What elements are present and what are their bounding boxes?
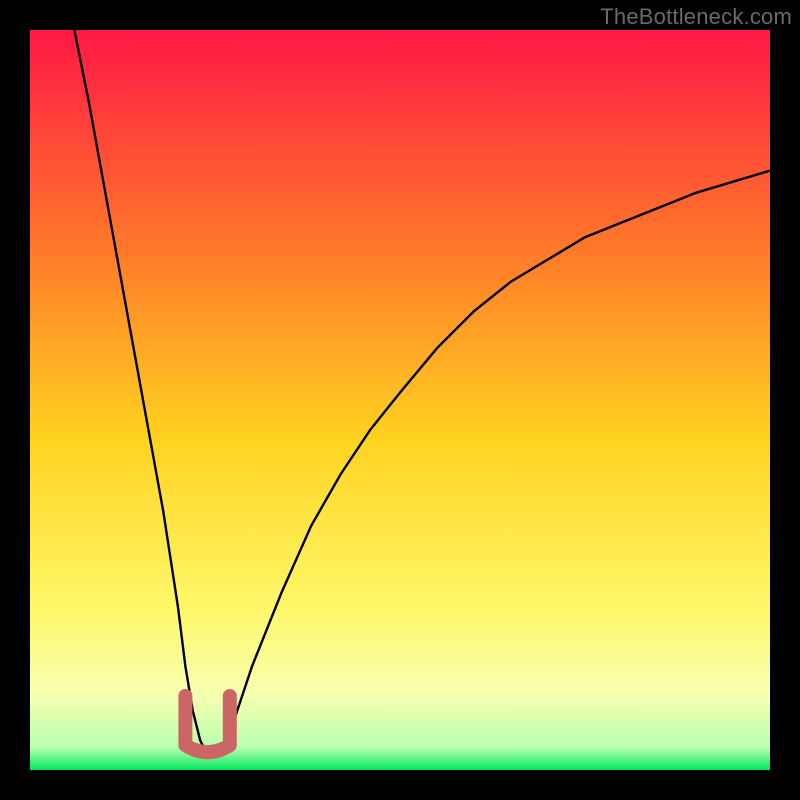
gradient-background bbox=[30, 30, 770, 770]
chart-svg bbox=[30, 30, 770, 770]
watermark-text: TheBottleneck.com bbox=[600, 4, 792, 30]
chart-frame bbox=[30, 30, 770, 770]
